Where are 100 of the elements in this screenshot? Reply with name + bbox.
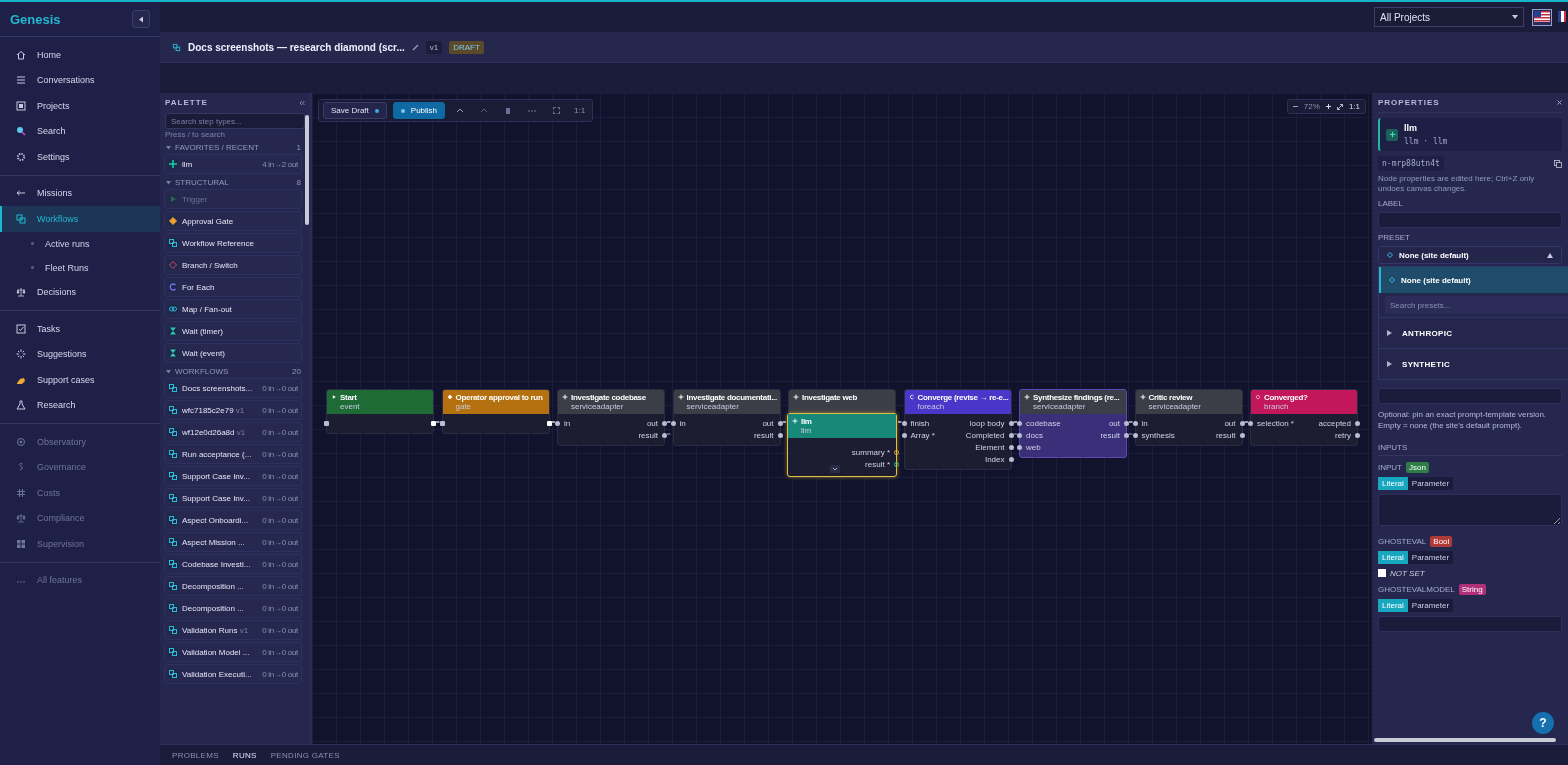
fit-icon[interactable] [1336, 103, 1343, 110]
palette-item[interactable]: Wait (timer) [164, 321, 302, 341]
palette-item[interactable]: Decomposition ... 0 in→0 out [164, 598, 302, 618]
caret-icon[interactable] [166, 180, 171, 185]
workflow-node[interactable]: Synthesize findings (re... serviceadapter codebase out docs result web [1019, 389, 1127, 458]
option-group[interactable]: SYNTHETIC [1379, 348, 1568, 379]
panel-tab[interactable]: PROBLEMS [172, 750, 219, 760]
publish-button[interactable]: Publish [392, 102, 446, 119]
workflow-node[interactable]: Start event [326, 389, 434, 434]
palette-item[interactable]: Wait (event) [164, 343, 302, 363]
workflow-node[interactable]: Converge (revise → re-e... foreach finish loop body Array * Completed Element Index [903, 389, 1012, 470]
palette-item[interactable]: Aspect Mission ... 0 in→0 out [164, 532, 302, 552]
palette-item[interactable]: Run acceptance (... 0 in→0 out [164, 444, 302, 464]
sidebar-item[interactable]: Search [0, 118, 160, 144]
palette-item[interactable]: Support Case Inv... 0 in→0 out [164, 488, 302, 508]
language-option[interactable] [1532, 8, 1552, 26]
palette-item[interactable]: wfc7185c2e79 v1 0 in→0 out [164, 400, 302, 420]
sidebar-item[interactable]: Tasks [0, 316, 160, 342]
palette-item[interactable]: For Each [164, 277, 302, 297]
sidebar-item[interactable]: Workflows [0, 206, 160, 232]
sidebar-item[interactable]: Home [0, 42, 160, 68]
palette-item[interactable]: Docs screenshots... 0 in→0 out [164, 378, 302, 398]
sidebar-item[interactable]: Support cases [0, 367, 160, 393]
workflow-node[interactable]: Critic review serviceadapter in out synthesis result [1134, 389, 1243, 446]
input-field[interactable] [1378, 493, 1562, 526]
scrollbar[interactable] [1374, 738, 1556, 742]
sidebar-item[interactable]: All features [0, 567, 160, 593]
search-field[interactable]: Search step types... [165, 113, 305, 129]
mode-tab[interactable]: Parameter [1407, 476, 1454, 490]
sidebar-item[interactable]: Decisions [0, 279, 160, 305]
copy-icon[interactable] [1554, 159, 1562, 168]
zoom-out-icon[interactable] [1292, 104, 1298, 109]
panel-tab[interactable]: PENDING GATES [270, 750, 340, 760]
palette-item[interactable]: Validation Executi... 0 in→0 out [164, 664, 302, 684]
sidebar-item[interactable]: Settings [0, 144, 160, 170]
sidebar-item[interactable]: Supervision [0, 531, 160, 557]
panel-tab[interactable]: RUNS [232, 750, 257, 760]
chevron-icon[interactable] [830, 465, 840, 473]
close-icon[interactable] [1557, 100, 1562, 105]
palette-item[interactable]: Support Case Inv... 0 in→0 out [164, 466, 302, 486]
scrollbar[interactable] [305, 115, 309, 225]
palette-item[interactable]: llm 4 in→2 out [164, 154, 302, 174]
sidebar-item[interactable]: Conversations [0, 67, 160, 93]
search-field[interactable]: Search presets... [1385, 296, 1568, 314]
list-icon [16, 75, 26, 86]
sidebar-item[interactable]: Missions [0, 180, 160, 206]
workflow-node[interactable]: Investigate documentati... serviceadapter in out result [672, 389, 781, 446]
section-title[interactable]: STRUCTURAL [175, 178, 229, 187]
help-button[interactable]: ? [1532, 712, 1554, 734]
palette-item[interactable]: Workflow Reference [164, 233, 302, 253]
palette-item[interactable]: wf12e0d26a8d v1 0 in→0 out [164, 422, 302, 442]
sidebar-item[interactable]: Costs [0, 480, 160, 506]
checkbox[interactable] [1378, 569, 1386, 577]
input-field[interactable] [1378, 615, 1562, 632]
actual-size-button[interactable]: 1:1 [571, 106, 589, 115]
connector [1128, 421, 1134, 423]
caret-icon[interactable] [166, 145, 171, 150]
caret-icon[interactable] [166, 369, 171, 374]
dropdown-option[interactable]: None (site default) [1379, 267, 1568, 293]
windows-icon [16, 213, 26, 224]
mode-tab[interactable]: Parameter [1407, 598, 1454, 612]
sidebar-item[interactable]: Suggestions [0, 341, 160, 367]
actual-size-button[interactable]: 1:1 [1348, 102, 1360, 111]
workflow-node[interactable]: Converged? branch selection * accepted retry [1250, 389, 1358, 446]
sidebar-item[interactable]: Governance [0, 454, 160, 480]
cycle-icon [168, 282, 178, 292]
sidebar-subitem[interactable]: Active runs [0, 231, 160, 256]
sidebar-item[interactable]: Observatory [0, 429, 160, 455]
collapse-button[interactable] [132, 10, 150, 28]
save-draft-button[interactable]: Save Draft [323, 102, 387, 119]
template-field[interactable] [1378, 388, 1562, 404]
palette-item[interactable]: Approval Gate [164, 211, 302, 231]
workflow-node[interactable]: Operator approval to run gate [441, 389, 550, 434]
collapse-icon[interactable] [299, 99, 305, 106]
mode-tab[interactable]: Parameter [1407, 550, 1454, 564]
workflow-node[interactable]: Investigate codebase serviceadapter in out result [557, 389, 665, 446]
palette-item[interactable]: Validation Model ... 0 in→0 out [164, 642, 302, 662]
palette-item[interactable]: Map / Fan-out [164, 299, 302, 319]
label-field[interactable] [1378, 212, 1562, 228]
palette-item[interactable]: Codebase Investi... 0 in→0 out [164, 554, 302, 574]
fullscreen-icon [552, 107, 560, 114]
sidebar-item[interactable]: Research [0, 392, 160, 418]
section-title[interactable]: FAVORITES / RECENT [175, 143, 259, 152]
sidebar-item[interactable]: Projects [0, 93, 160, 119]
sidebar-subitem[interactable]: Fleet Runs [0, 255, 160, 280]
option-group[interactable]: ANTHROPIC [1379, 317, 1568, 348]
palette-item[interactable]: Aspect Onboardi... 0 in→0 out [164, 510, 302, 530]
section-title[interactable]: WORKFLOWS [175, 367, 229, 376]
workflow-node[interactable]: Investigate web [788, 389, 896, 415]
palette-item[interactable]: Branch / Switch [164, 255, 302, 275]
more-icon [528, 109, 537, 112]
project-select[interactable]: All Projects [1374, 7, 1524, 27]
llm-node[interactable]: llm llm summary * result * [787, 413, 897, 477]
palette-item[interactable]: Decomposition ... 0 in→0 out [164, 576, 302, 596]
palette-item[interactable]: Validation Runs v1 0 in→0 out [164, 620, 302, 640]
sidebar-item[interactable]: Compliance [0, 505, 160, 531]
windows-icon [168, 559, 178, 569]
preset-dropdown[interactable]: None (site default) [1378, 246, 1562, 264]
pencil-icon[interactable] [411, 43, 419, 51]
zoom-in-icon[interactable] [1325, 104, 1331, 109]
